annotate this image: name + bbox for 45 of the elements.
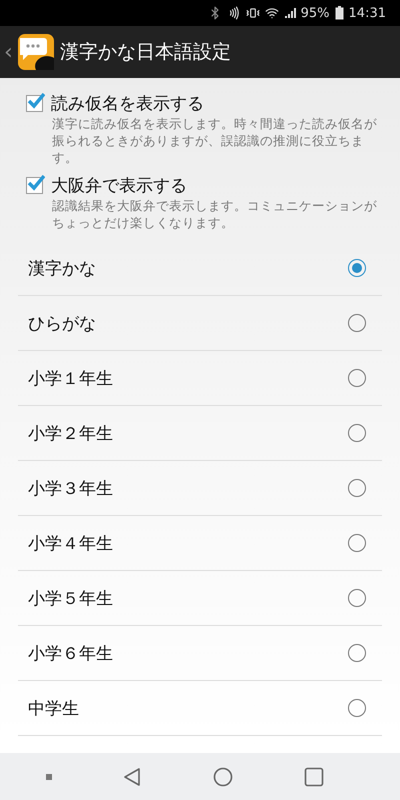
radio-row[interactable]: 中学生 — [18, 681, 382, 736]
back-button[interactable]: ‹ — [4, 40, 12, 64]
radio-button[interactable] — [348, 534, 366, 552]
radio-row[interactable]: 小学１年生 — [18, 351, 382, 406]
radio-label: 小学３年生 — [28, 478, 113, 500]
radio-row[interactable]: 漢字かな — [18, 241, 382, 296]
radio-label: 小学５年生 — [28, 588, 113, 610]
option-description: 漢字に読み仮名を表示します。時々間違った読み仮名が振られるときがありますが、誤認識の推測に役立ちます。 — [52, 115, 378, 166]
radio-row[interactable]: 小学２年生 — [18, 406, 382, 461]
radio-row[interactable]: 小学３年生 — [18, 461, 382, 516]
home-icon[interactable] — [212, 766, 233, 786]
radio-button[interactable] — [348, 644, 366, 662]
radio-label: 小学４年生 — [28, 532, 113, 554]
radio-button[interactable] — [348, 314, 366, 332]
radio-label: 小学６年生 — [28, 642, 113, 664]
option-title[interactable]: 大阪弁で表示する — [51, 174, 187, 197]
radio-button[interactable] — [348, 259, 366, 277]
clock: 14:31 — [348, 6, 386, 20]
radio-button[interactable] — [348, 699, 366, 717]
radio-label: 小学２年生 — [28, 422, 113, 444]
radio-label: 中学生 — [28, 698, 79, 720]
radio-button[interactable] — [348, 369, 366, 387]
radio-label: 漢字かな — [28, 258, 96, 280]
radio-button[interactable] — [348, 589, 366, 607]
recents-icon[interactable] — [304, 766, 324, 786]
radio-button[interactable] — [348, 424, 366, 442]
radio-label: ひらがな — [28, 312, 96, 334]
back-icon[interactable] — [123, 766, 142, 786]
wifi-icon — [264, 6, 279, 20]
battery-level: 95% — [300, 6, 330, 20]
radio-row[interactable]: 小学６年生 — [18, 626, 382, 681]
vibrate-icon — [246, 6, 260, 20]
checkbox[interactable] — [26, 177, 43, 194]
signal-icon — [284, 7, 296, 19]
radio-button[interactable] — [348, 479, 366, 497]
app-icon — [18, 34, 54, 70]
battery-icon — [334, 6, 344, 20]
option-description: 認識結果を大阪弁で表示します。コミュニケーションがちょっとだけ楽しくなります。 — [52, 197, 378, 231]
option-title[interactable]: 読み仮名を表示する — [51, 92, 204, 115]
radio-row[interactable]: ひらがな — [18, 296, 382, 351]
radio-row[interactable]: 小学４年生 — [18, 516, 382, 571]
checkbox[interactable] — [26, 95, 43, 112]
screen-title: 漢字かな日本語設定 — [60, 40, 231, 65]
radio-label: 小学１年生 — [28, 368, 113, 390]
radio-row[interactable]: 小学５年生 — [18, 571, 382, 626]
